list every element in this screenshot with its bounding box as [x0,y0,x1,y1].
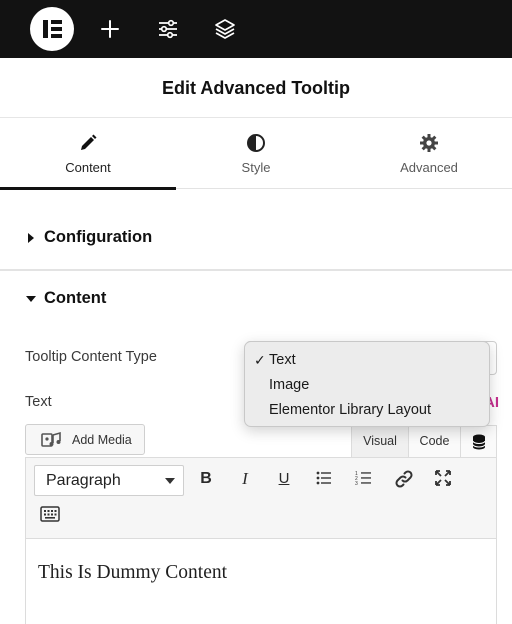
caret-right-icon [28,233,34,243]
panel-title: Edit Advanced Tooltip [0,58,512,118]
editor-tab-code[interactable]: Code [409,425,461,457]
caret-down-icon [26,296,36,302]
section-configuration[interactable]: Configuration [0,219,512,259]
checkmark-icon: ✓ [254,352,266,368]
section-configuration-label: Configuration [44,228,153,246]
bold-icon[interactable]: B [194,467,218,491]
tab-content[interactable]: Content [0,118,176,190]
section-content[interactable]: Content [0,280,512,320]
editor-content[interactable]: This Is Dummy Content [38,562,227,584]
editor-toolbar: Paragraph B I U 123 [26,458,496,539]
tooltip-content-type-label: Tooltip Content Type [25,349,157,365]
dropdown-option-library-layout[interactable]: Elementor Library Layout [245,398,489,423]
gear-icon [420,134,438,152]
chevron-down-icon [165,478,175,484]
section-content-label: Content [44,289,107,307]
svg-text:3: 3 [355,481,358,487]
tooltip-content-type-dropdown: ✓ Text Image Elementor Library Layout [244,341,490,427]
dropdown-option-text[interactable]: ✓ Text [245,348,489,373]
fullscreen-icon[interactable] [431,467,455,491]
tab-advanced-label: Advanced [400,160,458,175]
add-media-icon [41,431,61,447]
wysiwyg-editor[interactable]: Paragraph B I U 123 This Is Dummy Conten… [25,457,497,624]
dropdown-option-label: Text [269,352,296,368]
pencil-icon [81,134,97,150]
dropdown-option-label: Image [269,377,310,393]
tab-style-label: Style [241,160,271,175]
numbered-list-icon[interactable]: 123 [352,467,376,491]
site-settings-icon[interactable] [156,17,180,41]
link-icon[interactable] [392,467,416,491]
dynamic-tags-button[interactable] [461,425,497,457]
bullet-list-icon[interactable] [312,467,336,491]
tab-content-label: Content [65,160,111,175]
keyboard-toolbar-toggle-icon[interactable] [38,503,62,527]
tab-style[interactable]: Style [176,118,336,189]
structure-layers-icon[interactable] [213,17,237,41]
add-element-icon[interactable] [98,17,122,41]
paragraph-format-value: Paragraph [46,472,121,489]
dropdown-option-image[interactable]: Image [245,373,489,398]
database-icon [472,434,485,450]
top-toolbar [0,0,512,58]
add-media-label: Add Media [72,433,132,447]
add-media-button[interactable]: Add Media [25,424,145,455]
tab-advanced[interactable]: Advanced [346,118,512,189]
elementor-logo-icon[interactable] [30,7,74,51]
underline-icon[interactable]: U [272,467,296,491]
dropdown-option-label: Elementor Library Layout [269,402,431,418]
text-field-label: Text [25,394,52,410]
italic-icon[interactable]: I [233,467,257,491]
section-divider [0,269,512,271]
editor-tab-visual[interactable]: Visual [351,425,409,457]
panel-tabs: Content Style Advanced [0,118,512,190]
half-circle-icon [247,134,265,152]
paragraph-format-select[interactable]: Paragraph [34,465,184,496]
